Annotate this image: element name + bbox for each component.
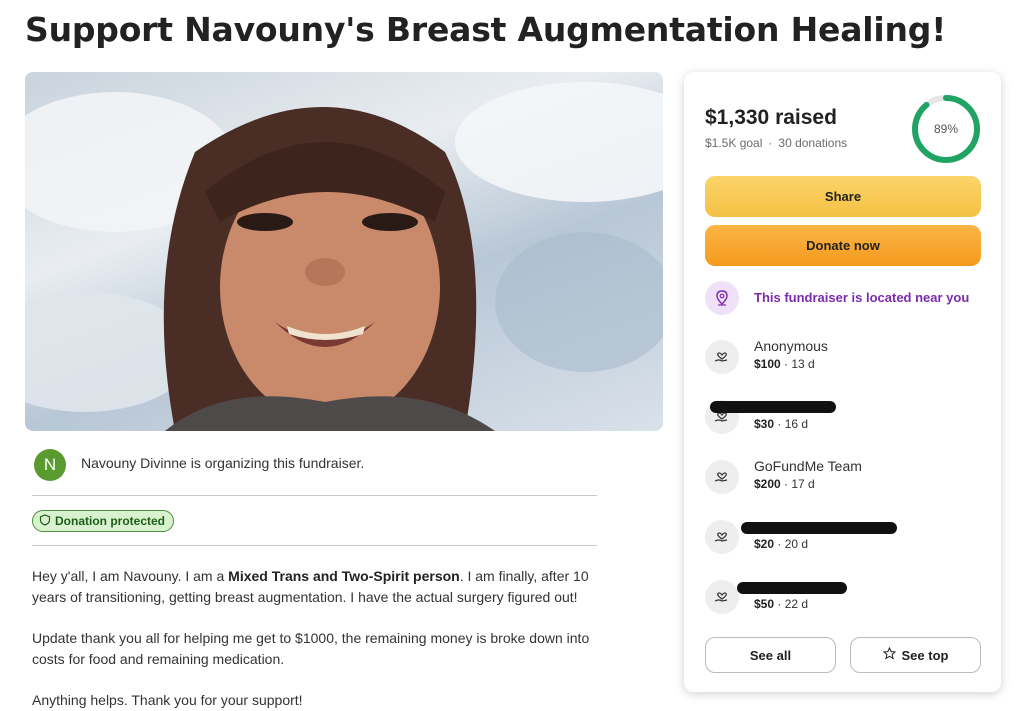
- location-text: This fundraiser is located near you: [754, 290, 970, 305]
- donation-item: $30 · 16 d: [705, 398, 981, 438]
- donation-meta: $50 · 22 d: [754, 597, 809, 611]
- amount-raised: $1,330 raised: [705, 106, 837, 129]
- donation-meta: $200 · 17 d: [754, 477, 815, 491]
- heart-hand-icon: [705, 580, 739, 614]
- donate-now-button[interactable]: Donate now: [705, 225, 981, 266]
- share-button[interactable]: Share: [705, 176, 981, 217]
- donation-item: GoFundMe Team $200 · 17 d: [705, 458, 981, 498]
- donation-item: $50 · 22 d: [705, 578, 981, 618]
- separator: ·: [768, 136, 773, 150]
- donor-name: Anonymous: [754, 338, 828, 354]
- organizer-text: Navouny Divinne is organizing this fundr…: [81, 455, 365, 471]
- heart-hand-icon: [705, 340, 739, 374]
- story-paragraph: Update thank you all for helping me get …: [32, 630, 590, 667]
- donor-name: GoFundMe Team: [754, 458, 862, 474]
- goal-text: $1.5K goal: [705, 136, 763, 150]
- shield-icon: [39, 513, 51, 529]
- goal-line: $1.5K goal · 30 donations: [705, 136, 847, 150]
- location-pin-icon: [705, 281, 739, 315]
- donation-item: Anonymous $100 · 13 d: [705, 338, 981, 378]
- story-paragraph: Hey y'all, I am Navouny. I am a Mixed Tr…: [32, 568, 589, 605]
- donation-meta: $30 · 16 d: [754, 417, 809, 431]
- donation-card: $1,330 raised $1.5K goal · 30 donations …: [684, 72, 1001, 692]
- donation-meta: $20 · 20 d: [754, 537, 809, 551]
- donation-meta: $100 · 13 d: [754, 357, 815, 371]
- divider: [32, 545, 597, 546]
- star-icon: [882, 646, 896, 663]
- donations-count: 30 donations: [778, 136, 848, 150]
- heart-hand-icon: [705, 520, 739, 554]
- redaction-mark: [737, 582, 847, 594]
- see-top-label: See top: [901, 647, 949, 663]
- divider: [32, 495, 597, 496]
- story-paragraph: Anything helps. Thank you for your suppo…: [32, 692, 303, 708]
- donation-item: $20 · 20 d: [705, 518, 981, 558]
- redaction-mark: [741, 522, 897, 534]
- badge-label: Donation protected: [55, 514, 165, 528]
- see-all-button[interactable]: See all: [705, 637, 836, 673]
- organizer-avatar: N: [34, 449, 66, 481]
- progress-percent: 89%: [933, 122, 959, 136]
- donation-protected-badge[interactable]: Donation protected: [32, 510, 174, 532]
- see-top-button[interactable]: See top: [850, 637, 981, 673]
- fundraiser-photo: [25, 72, 663, 431]
- redaction-mark: [710, 401, 836, 413]
- heart-hand-icon: [705, 460, 739, 494]
- page-title: Support Navouny's Breast Augmentation He…: [25, 10, 947, 49]
